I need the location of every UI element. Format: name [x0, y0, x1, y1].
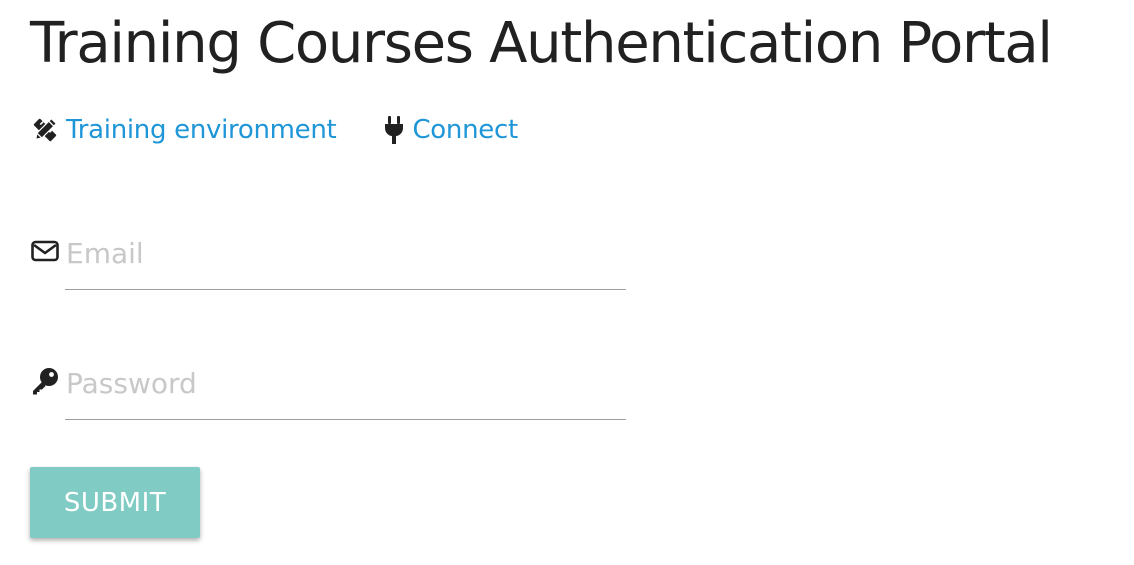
page-title: Training Courses Authentication Portal — [30, 11, 1053, 76]
nav-link-connect[interactable]: Connect — [382, 115, 518, 145]
nav-link-label: Connect — [412, 115, 518, 145]
email-field-group — [30, 222, 626, 292]
key-icon — [30, 366, 60, 396]
password-field-group — [30, 352, 626, 422]
plug-icon — [382, 115, 406, 145]
envelope-icon — [30, 236, 60, 266]
nav-link-training-environment[interactable]: Training environment — [30, 115, 337, 145]
email-input[interactable] — [65, 222, 626, 290]
pencil-ruler-icon — [30, 115, 60, 145]
password-input[interactable] — [65, 352, 626, 420]
nav-bar: Training environment Connect — [30, 110, 518, 150]
nav-link-label: Training environment — [66, 115, 337, 145]
submit-button[interactable]: SUBMIT — [30, 467, 200, 538]
